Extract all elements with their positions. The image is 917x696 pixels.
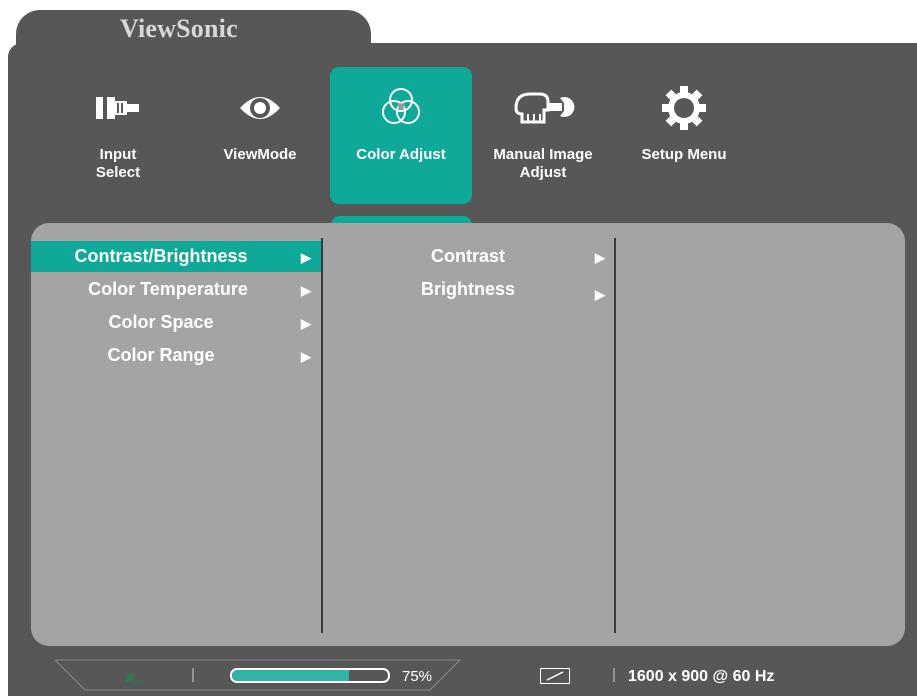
option-brightness[interactable]: Brightness ▶ — [323, 274, 611, 305]
submenu-label: Contrast/Brightness — [74, 246, 248, 266]
status-bar: eco 75% 1600 x 900 @ 60 Hz — [0, 655, 917, 696]
arrow-right-icon: ▶ — [595, 250, 605, 265]
menu-label-line1: Manual Image — [493, 146, 593, 163]
arrow-right-icon: ▶ — [301, 283, 311, 298]
menu-label-line1: ViewMode — [223, 146, 297, 163]
brand-logo: ViewSonic — [120, 14, 238, 43]
menu-item-manual-image-adjust[interactable]: Manual Image Adjust — [472, 67, 614, 204]
menu-label-line1: Setup Menu — [641, 146, 727, 163]
menu-item-color-adjust[interactable]: Color Adjust — [330, 67, 472, 204]
submenu-contrast-brightness[interactable]: Contrast/Brightness ▶ — [31, 241, 321, 272]
option-contrast[interactable]: Contrast ▶ — [323, 241, 611, 272]
submenu-label: Color Range — [107, 345, 215, 365]
submenu-color-range[interactable]: Color Range ▶ — [31, 340, 321, 371]
submenu-label: Color Space — [108, 312, 214, 332]
menu-item-viewmode[interactable]: ViewMode — [189, 67, 331, 204]
submenu-color-space[interactable]: Color Space ▶ — [31, 307, 321, 338]
eye-icon — [189, 77, 331, 139]
option-label: Brightness — [420, 279, 516, 299]
hand-wrench-icon — [472, 77, 614, 139]
arrow-right-icon: ▶ — [301, 316, 311, 331]
submenu-label: Color Temperature — [88, 279, 248, 299]
menu-label-line2: Adjust — [519, 164, 567, 181]
menu-label-line2: Select — [95, 164, 141, 181]
menu-item-setup-menu[interactable]: Setup Menu — [613, 67, 755, 204]
progress-fill — [232, 670, 349, 681]
arrow-right-icon: ▶ — [301, 349, 311, 364]
aspect-ratio-icon — [540, 668, 570, 684]
status-frame — [54, 659, 615, 691]
eco-label: eco — [132, 677, 145, 686]
menu-label-line1: Input — [99, 146, 137, 163]
settings-panel: Contrast/Brightness ▶ Color Temperature … — [31, 223, 905, 646]
option-label: Contrast — [430, 246, 505, 266]
input-select-icon — [47, 77, 189, 139]
color-circles-icon — [330, 77, 472, 139]
arrow-right-icon: ▶ — [301, 250, 311, 265]
column-divider — [614, 238, 616, 633]
progress-value: 75% — [402, 668, 433, 685]
brightness-progress-bar — [230, 668, 390, 683]
arrow-right-icon: ▶ — [595, 287, 605, 302]
submenu-color-temperature[interactable]: Color Temperature ▶ — [38, 274, 328, 305]
menu-item-input-select[interactable]: Input Select — [47, 67, 189, 204]
resolution-text: 1600 x 900 @ 60 Hz — [628, 668, 775, 685]
gear-icon — [613, 77, 755, 139]
menu-label-line1: Color Adjust — [356, 146, 446, 163]
